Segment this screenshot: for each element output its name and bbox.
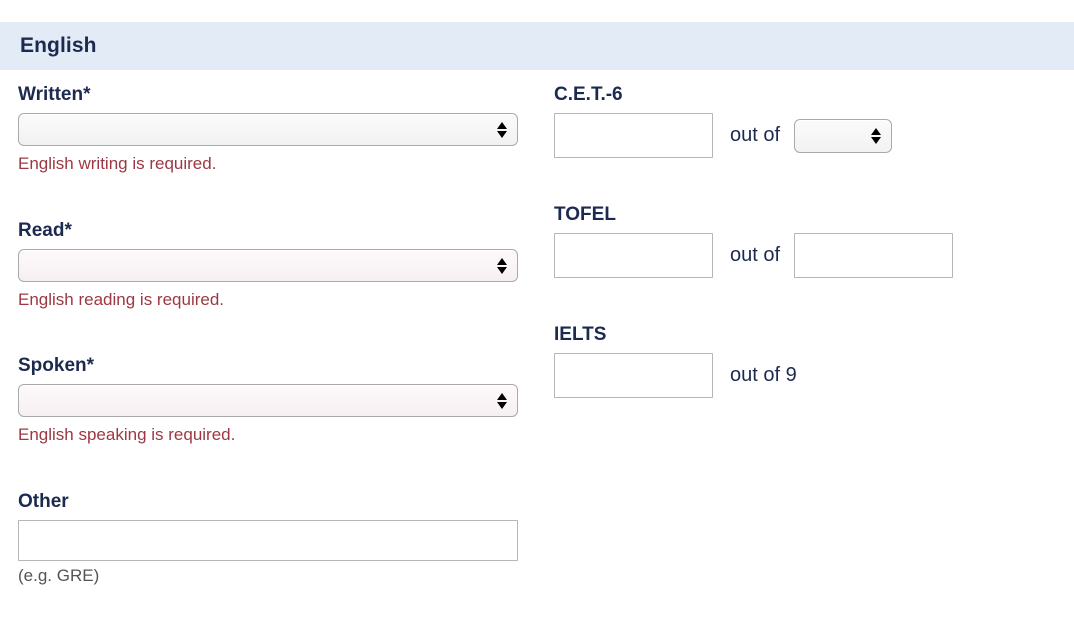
- cet6-score-input[interactable]: [554, 113, 713, 158]
- stepper-arrows-icon: [496, 389, 507, 413]
- read-label: Read*: [18, 220, 72, 241]
- ielts-label: IELTS: [554, 324, 607, 345]
- cet6-out-of-label: out of: [730, 124, 781, 146]
- tofel-max-input[interactable]: [794, 233, 954, 278]
- written-select[interactable]: [18, 113, 518, 146]
- left-column: Written* English writing is required. Re…: [18, 84, 518, 586]
- triangle-down-icon: [496, 401, 507, 409]
- stepper-arrows-icon: [496, 118, 507, 142]
- triangle-up-icon: [496, 257, 507, 265]
- stepper-arrows-icon: [496, 254, 507, 278]
- field-spoken: Spoken* English speaking is required.: [18, 355, 518, 445]
- cet6-max-select[interactable]: [794, 118, 893, 153]
- spoken-label: Spoken*: [18, 355, 95, 376]
- tofel-row: out of: [554, 233, 1064, 278]
- triangle-up-icon: [496, 121, 507, 129]
- english-section-page: English Written* English writing is requ…: [0, 0, 1074, 622]
- other-label: Other: [18, 491, 69, 512]
- field-cet6: C.E.T.-6 out of: [554, 84, 1064, 158]
- written-error-message: English writing is required.: [18, 154, 217, 173]
- right-column: C.E.T.-6 out of TOFEL out of IELTS out o…: [554, 84, 1064, 398]
- field-other: Other (e.g. GRE): [18, 491, 518, 586]
- triangle-up-icon: [870, 127, 881, 135]
- page-title: English: [20, 34, 97, 57]
- ielts-row: out of 9: [554, 353, 1064, 398]
- read-error-message: English reading is required.: [18, 290, 225, 309]
- field-read: Read* English reading is required.: [18, 220, 518, 310]
- other-input[interactable]: [18, 520, 518, 561]
- triangle-up-icon: [496, 392, 507, 400]
- written-label: Written*: [18, 84, 91, 105]
- field-ielts: IELTS out of 9: [554, 324, 1064, 398]
- triangle-down-icon: [496, 266, 507, 274]
- tofel-out-of-label: out of: [730, 244, 781, 266]
- stepper-arrows-icon: [870, 124, 881, 148]
- triangle-down-icon: [870, 136, 881, 144]
- spoken-select[interactable]: [18, 384, 518, 417]
- section-header-bar: English: [0, 22, 1074, 70]
- field-tofel: TOFEL out of: [554, 204, 1064, 278]
- read-select[interactable]: [18, 249, 518, 282]
- ielts-out-of-label: out of 9: [730, 364, 797, 386]
- cet6-row: out of: [554, 113, 1064, 158]
- triangle-down-icon: [496, 130, 507, 138]
- ielts-score-input[interactable]: [554, 353, 713, 398]
- tofel-label: TOFEL: [554, 204, 616, 225]
- field-written: Written* English writing is required.: [18, 84, 518, 174]
- spoken-error-message: English speaking is required.: [18, 425, 236, 444]
- other-hint-text: (e.g. GRE): [18, 566, 100, 585]
- cet6-label: C.E.T.-6: [554, 84, 623, 105]
- tofel-score-input[interactable]: [554, 233, 713, 278]
